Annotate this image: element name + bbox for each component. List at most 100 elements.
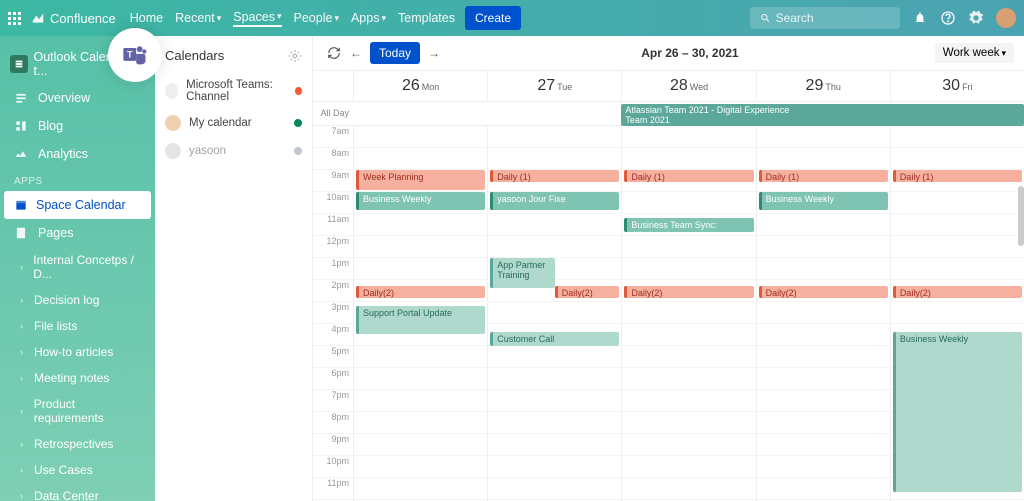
overview-icon — [14, 91, 28, 105]
scrollbar[interactable] — [1018, 186, 1024, 246]
allday-event[interactable]: Atlassian Team 2021 - Digital Experience… — [621, 104, 1024, 126]
calendar-event[interactable]: Daily (1) — [490, 170, 619, 182]
hour-label: 9pm — [313, 434, 353, 456]
day-column[interactable]: Daily (1) yasoon Jour Fixe App Partner Tra… — [487, 126, 621, 501]
pages-header[interactable]: Pages — [0, 219, 155, 247]
notification-icon[interactable] — [912, 10, 928, 26]
calendar-event[interactable]: Support Portal Update — [356, 306, 485, 334]
calendar-event[interactable]: Daily (1) — [893, 170, 1022, 182]
sidebar-blog[interactable]: Blog — [0, 112, 155, 140]
chevron-right-icon: › — [20, 295, 28, 305]
calendar-event[interactable]: yasoon Jour Fixe — [490, 192, 619, 210]
calendar-event[interactable]: Business Weekly — [893, 332, 1022, 492]
nav-spaces[interactable]: Spaces▾ — [233, 10, 281, 27]
nav-templates[interactable]: Templates — [398, 11, 455, 25]
calendar-event[interactable]: Daily(2) — [356, 286, 485, 298]
tree-item[interactable]: ›Internal Concetps / D... — [0, 247, 155, 287]
pages-icon — [14, 226, 28, 240]
analytics-icon — [14, 147, 28, 161]
tree-item[interactable]: ›Retrospectives — [0, 431, 155, 457]
calendars-title: Calendars — [165, 48, 224, 63]
chevron-down-icon: ▾ — [277, 11, 282, 22]
calendar-color-dot — [294, 119, 302, 127]
calendar-event[interactable]: Daily (1) — [759, 170, 888, 182]
calendar-row[interactable]: My calendar — [163, 109, 304, 137]
calendar-grid[interactable]: 7am8am9am10am11am12pm1pm2pm3pm4pm5pm6pm7… — [313, 126, 1024, 501]
settings-icon[interactable] — [968, 10, 984, 26]
calendar-event[interactable]: Daily(2) — [893, 286, 1022, 298]
calendar-event[interactable]: Business Weekly — [759, 192, 888, 210]
calendar-event[interactable]: Week Planning — [356, 170, 485, 190]
help-icon[interactable] — [940, 10, 956, 26]
tree-item[interactable]: ›Use Cases — [0, 457, 155, 483]
nav-apps[interactable]: Apps▾ — [351, 11, 386, 25]
sidebar: Outlook Calendar t... OverviewBlogAnalyt… — [0, 36, 155, 501]
day-header: 26Mon — [353, 71, 487, 101]
chevron-down-icon: ▾ — [334, 13, 339, 24]
tree-item[interactable]: ›How-to articles — [0, 339, 155, 365]
calendar-toolbar: ← Today → Apr 26 – 30, 2021 Work week▾ — [313, 36, 1024, 71]
chevron-right-icon: › — [20, 321, 28, 331]
hour-label: 7am — [313, 126, 353, 148]
hour-label: 11pm — [313, 478, 353, 500]
hour-label: 8pm — [313, 412, 353, 434]
today-button[interactable]: Today — [370, 42, 420, 64]
calendar-event[interactable]: App Partner Training — [490, 258, 555, 288]
calendar-event[interactable]: Daily(2) — [759, 286, 888, 298]
hour-label: 1pm — [313, 258, 353, 280]
refresh-button[interactable] — [323, 42, 345, 64]
day-column[interactable]: Week Planning Business Weekly Daily(2) Supp… — [353, 126, 487, 501]
calendars-settings-icon[interactable] — [288, 49, 302, 63]
pages-label: Pages — [38, 226, 73, 240]
hour-label: 9am — [313, 170, 353, 192]
search-box[interactable] — [750, 7, 900, 29]
tree-item[interactable]: ›Decision log — [0, 287, 155, 313]
svg-text:T: T — [127, 49, 133, 59]
prev-button[interactable]: ← — [345, 42, 367, 64]
calendar-row[interactable]: yasoon — [163, 137, 304, 165]
create-button[interactable]: Create — [465, 6, 521, 30]
calendar-avatar — [165, 143, 181, 159]
apps-section-label: APPS — [0, 168, 155, 191]
hour-label: 10pm — [313, 456, 353, 478]
day-header: 30Fri — [890, 71, 1024, 101]
calendar-row[interactable]: Microsoft Teams: Channel — [163, 73, 304, 109]
space-icon — [10, 55, 28, 73]
tree-item[interactable]: ›Data Center — [0, 483, 155, 501]
tree-item[interactable]: ›File lists — [0, 313, 155, 339]
tree-item[interactable]: ›Meeting notes — [0, 365, 155, 391]
product-logo[interactable]: Confluence — [31, 11, 116, 26]
sidebar-app-space-calendar[interactable]: Space Calendar — [4, 191, 151, 219]
tree-item[interactable]: ›Product requirements — [0, 391, 155, 431]
search-input[interactable] — [776, 11, 890, 25]
chevron-down-icon: ▾ — [217, 13, 222, 24]
calendar-event[interactable]: Business Team Sync: Allerhand — [624, 218, 753, 232]
calendar-event[interactable]: Daily (1) — [624, 170, 753, 182]
top-bar: Confluence Home Recent▾ Spaces▾ People▾ Apps… — [0, 0, 1024, 36]
hour-label: 10am — [313, 192, 353, 214]
sidebar-overview[interactable]: Overview — [0, 84, 155, 112]
view-selector[interactable]: Work week▾ — [935, 43, 1014, 63]
chevron-right-icon: › — [20, 347, 28, 357]
search-icon — [760, 12, 771, 24]
nav-people[interactable]: People▾ — [294, 11, 339, 25]
nav-home[interactable]: Home — [130, 11, 163, 25]
calendar-event[interactable]: Daily(2) — [624, 286, 753, 298]
blog-icon — [14, 119, 28, 133]
app-switcher-icon[interactable] — [8, 12, 21, 25]
hour-label: 3pm — [313, 302, 353, 324]
next-button[interactable]: → — [423, 42, 445, 64]
top-icons — [912, 8, 1016, 28]
user-avatar[interactable] — [996, 8, 1016, 28]
day-column[interactable]: Daily (1) Business Team Sync: Allerhand Da… — [621, 126, 755, 501]
sidebar-analytics[interactable]: Analytics — [0, 140, 155, 168]
allday-row: All Day Atlassian Team 2021 - Digital Ex… — [313, 102, 1024, 126]
day-column[interactable]: Daily (1) Daily(2) Business Weekly — [890, 126, 1024, 501]
hour-label: 5pm — [313, 346, 353, 368]
day-column[interactable]: Daily (1) Business Weekly Daily(2) — [756, 126, 890, 501]
nav-recent[interactable]: Recent▾ — [175, 11, 221, 25]
calendar-event[interactable]: Customer Call — [490, 332, 619, 346]
calendar-event[interactable]: Daily(2) — [555, 286, 620, 298]
calendar-icon — [14, 198, 28, 212]
calendar-event[interactable]: Business Weekly — [356, 192, 485, 210]
